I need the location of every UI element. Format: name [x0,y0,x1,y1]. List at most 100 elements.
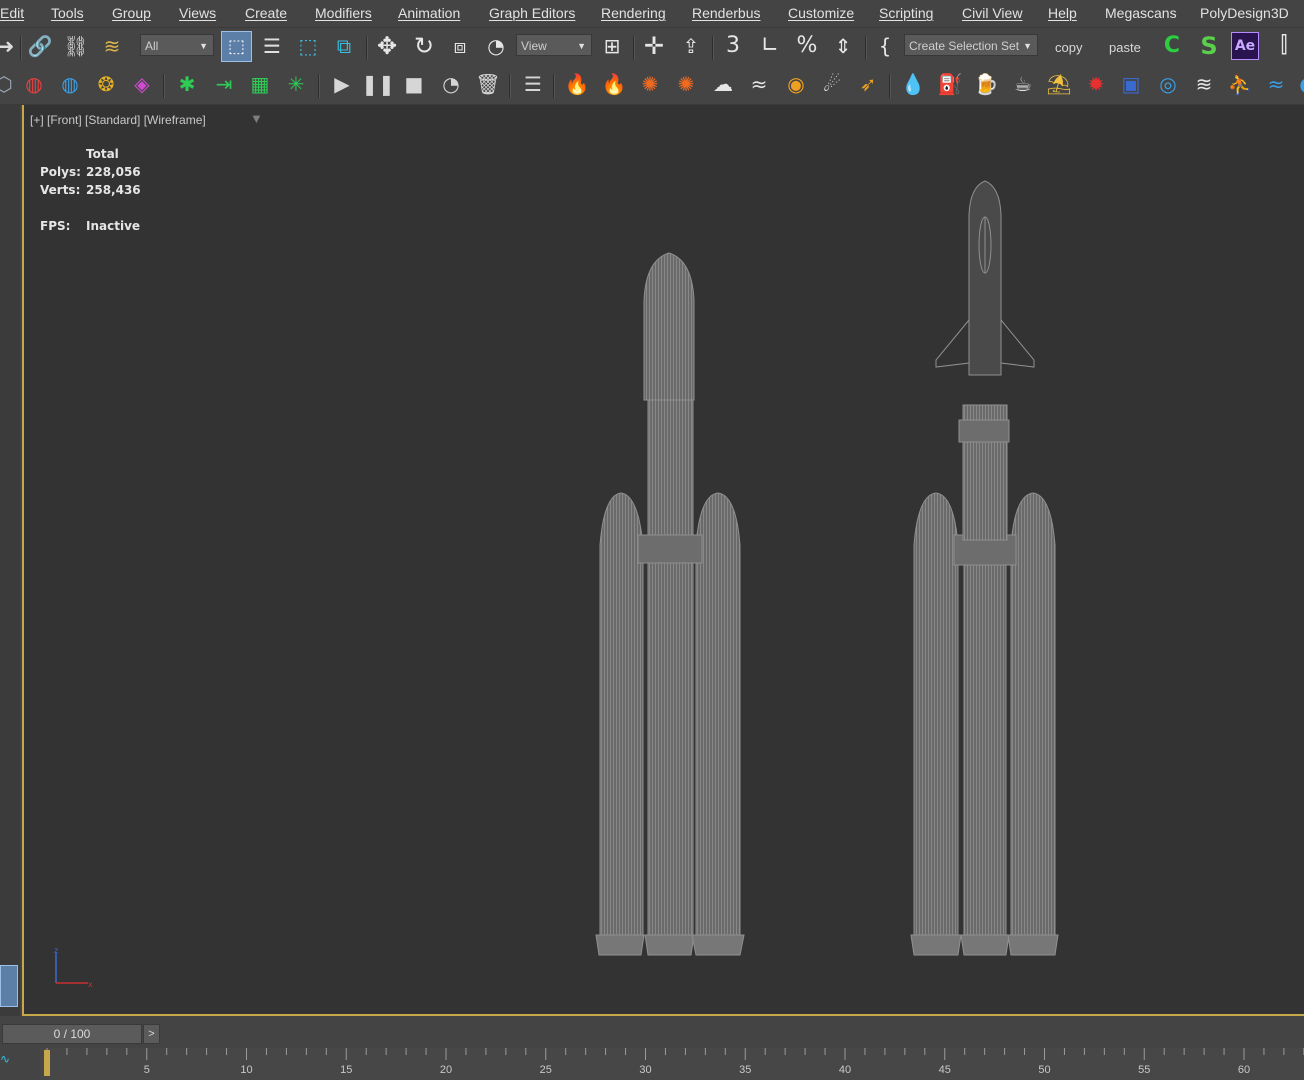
presets-list-icon[interactable]: ☰ [519,70,547,98]
milk-preset-icon[interactable]: ▣ [1117,70,1145,98]
unlink-selection-icon[interactable]: ⛓ [62,32,90,60]
frame-label: 35 [739,1064,751,1076]
container-icon[interactable]: ◈ [128,70,156,98]
mirror-icon[interactable]: ⫿ [1270,32,1298,60]
pivot-center-icon[interactable]: ⊞ [598,32,626,60]
undo-arrow-icon[interactable]: ➜ [0,32,20,60]
phoenix-simulator-icon[interactable]: ✱ [173,70,201,98]
particle-cluster-icon[interactable]: ❂ [92,70,120,98]
keyboard-shortcut-override-icon[interactable]: ⇪ [677,32,705,60]
menu-customize[interactable]: Customize [788,5,854,21]
menu-graph-editors[interactable]: Graph Editors [489,5,575,21]
pause-icon[interactable]: ❚❚ [361,70,395,98]
menu-help[interactable]: Help [1048,5,1077,21]
menu-renderbus[interactable]: Renderbus [692,5,761,21]
track-bar[interactable]: 5 10 15 20 25 30 35 40 45 50 55 60 ∿ [0,1048,1304,1080]
phoenix-source-icon[interactable]: ⇥ [210,70,238,98]
menu-views[interactable]: Views [179,5,216,21]
coffee-preset-icon[interactable]: ☕ [1009,70,1037,98]
percent-snap-icon[interactable]: % [793,32,821,60]
resimulate-icon[interactable]: ◔ [437,70,465,98]
window-crossing-icon[interactable]: ⧉ [330,32,358,60]
script-c-icon[interactable]: C [1158,32,1186,60]
rectangular-selection-icon[interactable]: ⬚ [294,32,322,60]
select-and-rotate-icon[interactable]: ↻ [410,32,438,60]
menu-tools[interactable]: Tools [51,5,84,21]
explosion-preset-icon[interactable]: ✺ [636,70,664,98]
fire-preset-icon[interactable]: 🔥 [563,70,591,98]
menu-megascans[interactable]: Megascans [1105,5,1177,21]
whirlpool-preset-icon[interactable]: ◎ [1154,70,1182,98]
candle-preset-icon[interactable]: ◉ [782,70,810,98]
front-viewport[interactable]: [+] [Front] [Standard] [Wireframe] ▼ Tot… [22,105,1304,1016]
liquid-source-icon[interactable]: ⛽ [936,70,964,98]
smoke-preset-icon[interactable]: ☁ [709,70,737,98]
large-explosion-preset-icon[interactable]: ✺ [672,70,700,98]
select-and-place-icon[interactable]: ◔ [482,32,510,60]
phoenix-burst-icon[interactable]: ✳ [282,70,310,98]
curve-editor-icon[interactable]: ∿ [0,1052,10,1066]
collapsed-panel-tab[interactable] [0,965,18,1007]
bind-to-space-warp-icon[interactable]: ≋ [98,32,126,60]
angle-snap-icon[interactable]: ∟ [756,32,784,60]
after-effects-icon[interactable]: Ae [1231,32,1259,60]
menu-civil-view[interactable]: Civil View [962,5,1022,21]
honey-preset-icon[interactable]: ⛱ [1045,70,1073,98]
menu-modifiers[interactable]: Modifiers [315,5,372,21]
spinner-snap-icon[interactable]: ⇕ [829,32,857,60]
named-selection-set-dropdown[interactable]: Create Selection Se​t ▼ [904,34,1038,56]
select-and-manipulate-icon[interactable]: ✛ [640,32,668,60]
select-and-scale-icon[interactable]: ⧈ [446,32,474,60]
falcon-heavy-model[interactable] [595,252,745,956]
heavy-shuttle-model[interactable] [910,180,1059,956]
timeline-ruler[interactable]: 5 10 15 20 25 30 35 40 45 50 55 60 [0,1048,1304,1080]
phoenix-grid-icon[interactable]: ▦ [246,70,274,98]
stop-icon[interactable]: ■ [400,70,428,98]
next-frame-button[interactable]: > [143,1024,160,1044]
reference-coordinate-dropdown[interactable]: View ▼ [516,34,592,56]
frame-label: 10 [240,1064,252,1076]
snaps-toggle-icon[interactable]: 3 [719,32,747,60]
rocket-preset-icon[interactable]: ➶ [854,70,882,98]
frame-label: 20 [440,1064,452,1076]
beer-preset-icon[interactable]: 🍺 [972,70,1000,98]
waterfall-preset-icon[interactable]: ≋ [1190,70,1218,98]
menu-rendering[interactable]: Rendering [601,5,666,21]
ocean-mesher-icon[interactable]: ◐ [1294,70,1304,98]
blood-preset-icon[interactable]: ✹ [1082,70,1110,98]
script-s-icon[interactable]: S [1195,32,1223,60]
fuel-preset-icon[interactable]: 🔥 [600,70,628,98]
select-object-icon[interactable]: ⬚ [221,31,252,62]
main-toolbar: ➜ 🔗 ⛓ ≋ All ▼ ⬚ ☰ ⬚ ⧉ ✥ ↻ ⧈ ◔ View ▼ ⊞ ✛… [0,28,1304,66]
current-frame-marker[interactable] [44,1050,50,1076]
plugins-toolbar: ⬡ ◍ ◍ ❂ ◈ ✱ ⇥ ▦ ✳ ▶ ❚❚ ■ ◔ 🗑 ☰ 🔥 🔥 ✺ ✺ ☁… [0,66,1304,105]
liquid-simulator-icon[interactable]: 💧 [899,70,927,98]
menu-scripting[interactable]: Scripting [879,5,933,21]
cube-icon[interactable]: ⬡ [0,70,18,98]
ocean-preset-icon[interactable]: ≈ [1262,70,1290,98]
select-and-link-icon[interactable]: 🔗 [26,32,54,60]
menu-animation[interactable]: Animation [398,5,460,21]
chevron-down-icon: ▼ [199,41,208,51]
frame-label: 40 [839,1064,851,1076]
rocket-models-wireframe[interactable] [24,105,1304,1014]
water-drop-icon[interactable]: ◍ [56,70,84,98]
smoke-trail-preset-icon[interactable]: ≈ [745,70,773,98]
select-by-name-icon[interactable]: ☰ [258,32,286,60]
menu-group[interactable]: Group [112,5,151,21]
cigarette-preset-icon[interactable]: ☄ [818,70,846,98]
delete-cache-icon[interactable]: 🗑 [474,70,502,98]
selection-filter-dropdown[interactable]: All ▼ [140,34,214,56]
menu-polydesign3d[interactable]: PolyDesign3D [1200,5,1289,21]
fire-emitter-icon[interactable]: ◍ [20,70,48,98]
time-slider[interactable]: 0 / 100 [2,1024,142,1044]
swimmer-preset-icon[interactable]: ⛹ [1226,70,1254,98]
select-and-move-icon[interactable]: ✥ [373,32,401,60]
menu-create[interactable]: Create [245,5,287,21]
edit-named-selection-icon[interactable]: { [871,32,899,60]
menu-edit[interactable]: Edit [0,5,24,21]
copy-button[interactable]: copy [1055,40,1082,55]
play-icon[interactable]: ▶ [328,70,356,98]
paste-button[interactable]: paste [1109,40,1141,55]
frame-label: 60 [1238,1064,1250,1076]
